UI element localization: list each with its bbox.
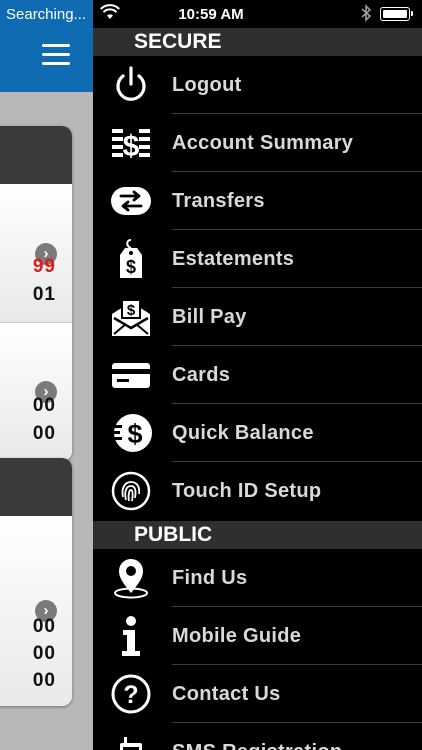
phone-icon bbox=[110, 731, 152, 750]
menu-item-account-summary[interactable]: $ Account Summary bbox=[93, 114, 422, 172]
menu-item-touch-id-setup[interactable]: Touch ID Setup bbox=[93, 462, 422, 520]
account-row[interactable]: › 00 00 bbox=[0, 323, 72, 461]
info-icon bbox=[110, 615, 152, 657]
menu-item-sms-registration[interactable]: SMS Registration bbox=[93, 723, 422, 750]
menu-item-label: Bill Pay bbox=[172, 306, 247, 328]
price-tag-dollar-icon: $ bbox=[110, 238, 152, 280]
svg-text:$: $ bbox=[127, 302, 136, 319]
menu-item-label: Transfers bbox=[172, 190, 265, 212]
svg-text:$: $ bbox=[123, 130, 140, 163]
bluetooth-icon bbox=[360, 4, 372, 26]
status-bar: Searching... 10:59 AM bbox=[0, 0, 422, 28]
menu-item-label: Mobile Guide bbox=[172, 625, 302, 647]
account-amount: 00 bbox=[32, 423, 56, 444]
account-row[interactable]: › 99 01 bbox=[0, 184, 72, 323]
account-amount: 00 bbox=[32, 670, 56, 691]
menu-item-label: Logout bbox=[172, 74, 242, 96]
navigation-drawer: SECURE Logout $ Account Summary Transfer… bbox=[93, 0, 422, 750]
clock: 10:59 AM bbox=[178, 6, 244, 23]
transfer-arrows-icon bbox=[110, 180, 152, 222]
account-amount: 99 bbox=[32, 256, 56, 277]
envelope-dollar-icon: $ bbox=[110, 296, 152, 338]
section-header-public: PUBLIC bbox=[93, 521, 422, 549]
map-pin-icon bbox=[110, 557, 152, 599]
account-amount: 00 bbox=[32, 395, 56, 416]
svg-text:$: $ bbox=[127, 419, 142, 449]
menu-item-label: Touch ID Setup bbox=[172, 480, 322, 502]
card-header bbox=[0, 458, 72, 516]
menu-item-label: Contact Us bbox=[172, 683, 281, 705]
account-amount: 01 bbox=[32, 284, 56, 305]
dollar-lines-icon: $ bbox=[110, 122, 152, 164]
menu-item-label: Estatements bbox=[172, 248, 295, 270]
menu-item-mobile-guide[interactable]: Mobile Guide bbox=[93, 607, 422, 665]
hamburger-menu-icon[interactable] bbox=[42, 44, 70, 66]
menu-item-bill-pay[interactable]: $ Bill Pay bbox=[93, 288, 422, 346]
credit-card-icon bbox=[110, 354, 152, 396]
account-card: › 00 00 00 bbox=[0, 458, 72, 706]
background-app-panel: › 99 01 › 00 00 › 00 00 00 bbox=[0, 0, 93, 750]
menu-item-label: SMS Registration bbox=[172, 723, 342, 750]
menu-item-label: Account Summary bbox=[172, 132, 354, 154]
menu-item-label: Quick Balance bbox=[172, 422, 314, 444]
menu-item-contact-us[interactable]: ? Contact Us bbox=[93, 665, 422, 723]
section-header-secure: SECURE bbox=[93, 28, 422, 56]
question-circle-icon: ? bbox=[110, 673, 152, 715]
account-amount: 00 bbox=[32, 643, 56, 664]
menu-item-quick-balance[interactable]: $ Quick Balance bbox=[93, 404, 422, 462]
menu-item-logout[interactable]: Logout bbox=[93, 56, 422, 114]
battery-icon bbox=[380, 7, 413, 21]
svg-text:?: ? bbox=[123, 681, 138, 709]
svg-text:$: $ bbox=[126, 257, 136, 277]
menu-item-label: Cards bbox=[172, 364, 231, 386]
power-icon bbox=[110, 64, 152, 106]
account-card: › 99 01 › 00 00 bbox=[0, 126, 72, 461]
account-amount: 00 bbox=[32, 616, 56, 637]
menu-item-find-us[interactable]: Find Us bbox=[93, 549, 422, 607]
menu-item-cards[interactable]: Cards bbox=[93, 346, 422, 404]
account-row[interactable]: › 00 00 00 bbox=[0, 516, 72, 706]
menu-item-estatements[interactable]: $ Estatements bbox=[93, 230, 422, 288]
speed-dollar-icon: $ bbox=[110, 412, 152, 454]
menu-item-label: Find Us bbox=[172, 567, 248, 589]
fingerprint-icon bbox=[110, 470, 152, 512]
card-header bbox=[0, 126, 72, 184]
menu-item-transfers[interactable]: Transfers bbox=[93, 172, 422, 230]
